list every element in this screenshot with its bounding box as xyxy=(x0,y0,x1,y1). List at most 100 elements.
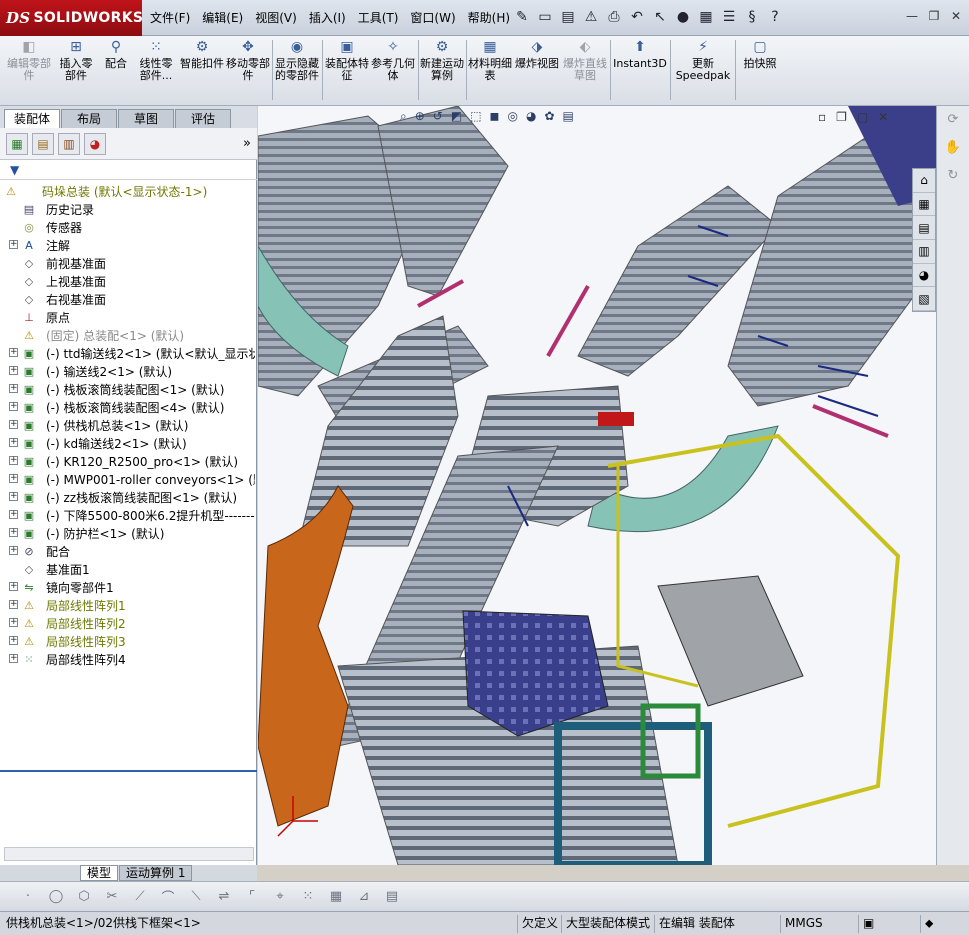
roll-icon[interactable]: ↻ xyxy=(942,168,964,190)
convert-entities-icon[interactable]: ⌜ xyxy=(242,889,262,904)
tree-item[interactable]: + ▣ (-) 栈板滚筒线装配图<4> (默认) xyxy=(0,398,257,416)
help-icon[interactable]: ? xyxy=(765,7,785,27)
tree-item[interactable]: ⊥ 原点 xyxy=(0,308,257,326)
expand-toggle-icon[interactable]: + xyxy=(9,402,18,411)
edit-appearance-icon[interactable]: ◕ xyxy=(526,109,536,123)
tree-item[interactable]: + ⇋ 镜向零部件1 xyxy=(0,578,257,596)
tree-item[interactable]: ◇ 上视基准面 xyxy=(0,272,257,290)
pan-icon[interactable]: ✋ xyxy=(942,140,964,162)
tab-model[interactable]: 模型 xyxy=(80,865,119,881)
minimize-icon[interactable]: — xyxy=(903,7,921,25)
tree-item[interactable]: + A 注解 xyxy=(0,236,257,254)
previous-view-icon[interactable]: ↺ xyxy=(433,109,443,123)
assembly-feature-button[interactable]: ▣ 装配体特征 xyxy=(325,38,369,102)
viewport-close-icon[interactable]: ✕ xyxy=(878,110,888,124)
chamfer-icon[interactable]: ⟍ xyxy=(186,889,206,904)
rotate-icon[interactable]: ⟳ xyxy=(942,112,964,134)
tree-item[interactable]: + ▣ (-) 供栈机总装<1> (默认) xyxy=(0,416,257,434)
tab-assembly[interactable]: 装配体 xyxy=(4,109,60,128)
file-explorer-icon[interactable]: ▤ xyxy=(913,216,935,241)
tree-item[interactable]: ⚠ 码垛总装 (默认<显示状态-1>) xyxy=(0,182,257,200)
show-hidden-button[interactable]: ◉ 显示隐藏的零部件 xyxy=(275,38,319,102)
linear-pattern-button[interactable]: ⁙ 线性零部件... xyxy=(135,38,177,102)
tree-item[interactable]: ◇ 前视基准面 xyxy=(0,254,257,272)
tag-icon[interactable]: ⬥ xyxy=(920,915,933,933)
appearances-icon[interactable]: ◕ xyxy=(913,264,935,288)
tree-item[interactable]: + ▣ (-) MWP001-roller conveyors<1> (默认) xyxy=(0,470,257,488)
tree-item[interactable]: + ▣ (-) 防护栏<1> (默认) xyxy=(0,524,257,542)
viewport-maximize-icon[interactable]: ▢ xyxy=(857,110,868,124)
bom-button[interactable]: ▦ 材料明细表 xyxy=(468,38,512,102)
expand-toggle-icon[interactable]: + xyxy=(9,348,18,357)
menu-edit[interactable]: 编辑(E) xyxy=(202,9,243,26)
mirror-entities-icon[interactable]: ⇌ xyxy=(214,889,234,904)
expand-toggle-icon[interactable]: + xyxy=(9,384,18,393)
status-units[interactable]: MMGS xyxy=(780,915,823,933)
tree-item[interactable]: + ▣ (-) zz栈板滚筒线装配图<1> (默认) xyxy=(0,488,257,506)
viewport-minimize-icon[interactable]: ▫ xyxy=(818,110,826,124)
display-manager-icon[interactable]: ◕ xyxy=(84,132,106,155)
zoom-to-fit-icon[interactable]: ⌕ xyxy=(400,109,407,124)
expand-toggle-icon[interactable]: + xyxy=(9,618,18,627)
dimension-icon[interactable]: ⌖ xyxy=(270,889,290,904)
tree-item[interactable]: ⚠ (固定) 总装配<1> (默认) xyxy=(0,326,257,344)
zoom-area-icon[interactable]: ⊕ xyxy=(415,109,425,123)
tree-item[interactable]: ◇ 基准面1 xyxy=(0,560,257,578)
expand-toggle-icon[interactable]: + xyxy=(9,654,18,663)
linear-sketch-pattern-icon[interactable]: ⁙ xyxy=(298,889,318,904)
open-folder-icon[interactable]: ▤ xyxy=(558,7,578,27)
pin-icon[interactable]: ✎ xyxy=(512,7,532,27)
file-properties-icon[interactable]: ▦ xyxy=(696,7,716,27)
tree-item[interactable]: ▤ 历史记录 xyxy=(0,200,257,218)
expand-toggle-icon[interactable]: + xyxy=(9,492,18,501)
take-snapshot-button[interactable]: ▢ 拍快照 xyxy=(738,38,782,102)
explode-line-sketch-button[interactable]: ⬖ 爆炸直线草图 xyxy=(562,38,608,102)
home-icon[interactable]: ⌂ xyxy=(913,169,935,193)
view-palette-icon[interactable]: ▥ xyxy=(913,240,935,264)
move-component-button[interactable]: ✥ 移动零部件 xyxy=(225,38,271,102)
tree-item[interactable]: + ⚠ 局部线性阵列3 xyxy=(0,632,257,650)
tree-item[interactable]: + ⊘ 配合 xyxy=(0,542,257,560)
circle-icon[interactable]: ◯ xyxy=(46,889,66,904)
section-view-icon[interactable]: ◩ xyxy=(451,109,462,123)
quick-snaps-icon[interactable]: ⊿ xyxy=(354,889,374,904)
tree-item[interactable]: + ▣ (-) 下降5500-800米6.2提升机型--------总 xyxy=(0,506,257,524)
close-icon[interactable]: ✕ xyxy=(947,7,965,25)
expand-toggle-icon[interactable]: + xyxy=(9,456,18,465)
property-manager-icon[interactable]: ▤ xyxy=(32,132,54,155)
configuration-manager-icon[interactable]: ▥ xyxy=(58,132,80,155)
display-style-icon[interactable]: ◼ xyxy=(490,109,500,123)
undo-icon[interactable]: ↶ xyxy=(627,7,647,27)
design-library-icon[interactable]: ▦ xyxy=(913,193,935,217)
expand-toggle-icon[interactable]: + xyxy=(9,474,18,483)
trim-icon[interactable]: ✂ xyxy=(102,889,122,904)
update-speedpak-button[interactable]: ⚡ 更新Speedpak xyxy=(673,38,733,102)
polygon-icon[interactable]: ⬡ xyxy=(74,889,94,904)
viewport-restore-icon[interactable]: ❐ xyxy=(836,110,847,124)
insert-component-button[interactable]: ⊞ 插入零部件 xyxy=(55,38,97,102)
expand-toggle-icon[interactable]: + xyxy=(9,600,18,609)
tree-item[interactable]: + ▣ (-) kd输送线2<1> (默认) xyxy=(0,434,257,452)
point-icon[interactable]: · xyxy=(18,889,38,904)
options-icon[interactable]: ☰ xyxy=(719,7,739,27)
menu-tools[interactable]: 工具(T) xyxy=(358,9,399,26)
rebuild-icon[interactable]: ● xyxy=(673,7,693,27)
expand-toggle-icon[interactable]: + xyxy=(9,636,18,645)
tree-horizontal-scrollbar[interactable] xyxy=(4,847,254,861)
tab-sketch[interactable]: 草图 xyxy=(118,109,174,128)
tree-item[interactable]: + ▣ (-) KR120_R2500_pro<1> (默认) xyxy=(0,452,257,470)
quick-tips-icon[interactable]: ▣ xyxy=(858,915,874,933)
mate-button[interactable]: ⚲ 配合 xyxy=(98,38,134,102)
tree-item[interactable]: + ⁙ 局部线性阵列4 xyxy=(0,650,257,668)
print-icon[interactable]: ⎙ xyxy=(604,7,624,27)
feature-manager-icon[interactable]: ▦ xyxy=(6,132,28,155)
tree-item[interactable]: ◎ 传感器 xyxy=(0,218,257,236)
sketch-grid-icon[interactable]: ▦ xyxy=(326,889,346,904)
tab-evaluate[interactable]: 评估 xyxy=(175,109,231,128)
solidworks-logo[interactable]: DS SOLIDWORKS xyxy=(0,0,143,36)
save-icon[interactable]: ⚠ xyxy=(581,7,601,27)
menu-help[interactable]: 帮助(H) xyxy=(468,9,510,26)
panel-expand-icon[interactable]: » xyxy=(243,136,251,151)
tree-item[interactable]: ◇ 右视基准面 xyxy=(0,290,257,308)
restore-icon[interactable]: ❐ xyxy=(925,7,943,25)
